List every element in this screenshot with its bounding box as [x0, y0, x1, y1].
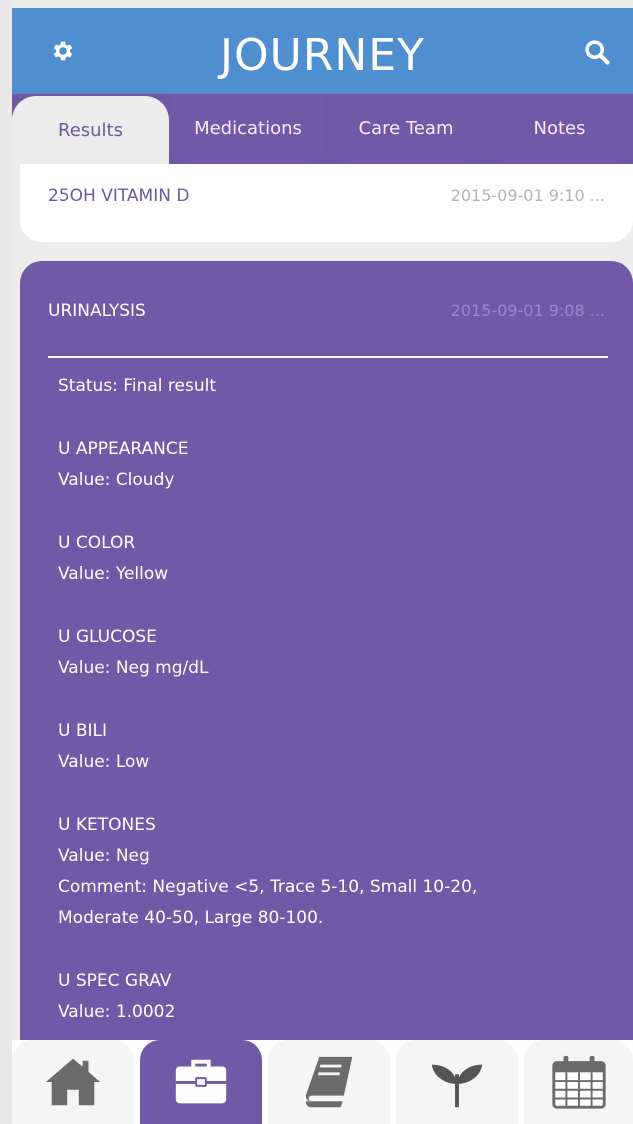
search-icon[interactable] [583, 38, 611, 66]
result-timestamp: 2015-09-01 9:08 ... [450, 301, 605, 320]
item-value: Value: Yellow [58, 564, 169, 584]
plant-icon [431, 1064, 483, 1108]
result-name: URINALYSIS [48, 301, 146, 321]
book-icon [305, 1056, 353, 1108]
nav-home[interactable] [12, 1040, 134, 1124]
item-value: Value: Neg mg/dL [58, 658, 209, 678]
nav-book[interactable] [268, 1040, 390, 1124]
item-value: Value: Neg [58, 846, 150, 866]
nav-briefcase[interactable] [140, 1040, 262, 1124]
item-comment: Moderate 40-50, Large 80-100. [58, 908, 324, 928]
app-header: JOURNEY [12, 8, 633, 94]
page-title: JOURNEY [220, 30, 425, 81]
item-title: U COLOR [58, 533, 136, 553]
calendar-icon [551, 1055, 606, 1109]
item-title: U GLUCOSE [58, 627, 157, 647]
item-value: Value: 1.0002 [58, 1002, 176, 1022]
item-title: U BILI [58, 721, 108, 741]
tab-notes[interactable]: Notes [486, 94, 633, 164]
result-card-vitamin-d[interactable]: 25OH VITAMIN D 2015-09-01 9:10 ... [20, 164, 633, 242]
tab-care-team[interactable]: Care Team [328, 94, 484, 164]
item-value: Value: Cloudy [58, 470, 175, 490]
tab-medications[interactable]: Medications [170, 94, 326, 164]
nav-calendar[interactable] [524, 1040, 633, 1124]
bottom-nav [12, 1040, 633, 1124]
item-title: U APPEARANCE [58, 439, 189, 459]
result-status: Status: Final result [58, 376, 216, 396]
home-icon [45, 1058, 101, 1106]
item-value: Value: Low [58, 752, 150, 772]
tab-bar: Results Medications Care Team Notes [12, 94, 633, 168]
result-card-urinalysis[interactable]: URINALYSIS 2015-09-01 9:08 ... Status: F… [20, 261, 633, 1061]
result-name: 25OH VITAMIN D [48, 186, 190, 206]
nav-plant[interactable] [396, 1040, 518, 1124]
divider [48, 356, 608, 358]
result-details: Status: Final result U APPEARANCE Value:… [58, 371, 618, 1028]
tab-results[interactable]: Results [12, 96, 169, 168]
briefcase-icon [175, 1059, 227, 1104]
item-comment: Comment: Negative <5, Trace 5-10, Small … [58, 877, 478, 897]
item-title: U SPEC GRAV [58, 971, 172, 991]
app-frame: JOURNEY Results Medications Care Team No… [12, 0, 633, 1124]
result-timestamp: 2015-09-01 9:10 ... [450, 186, 605, 205]
item-title: U KETONES [58, 815, 156, 835]
